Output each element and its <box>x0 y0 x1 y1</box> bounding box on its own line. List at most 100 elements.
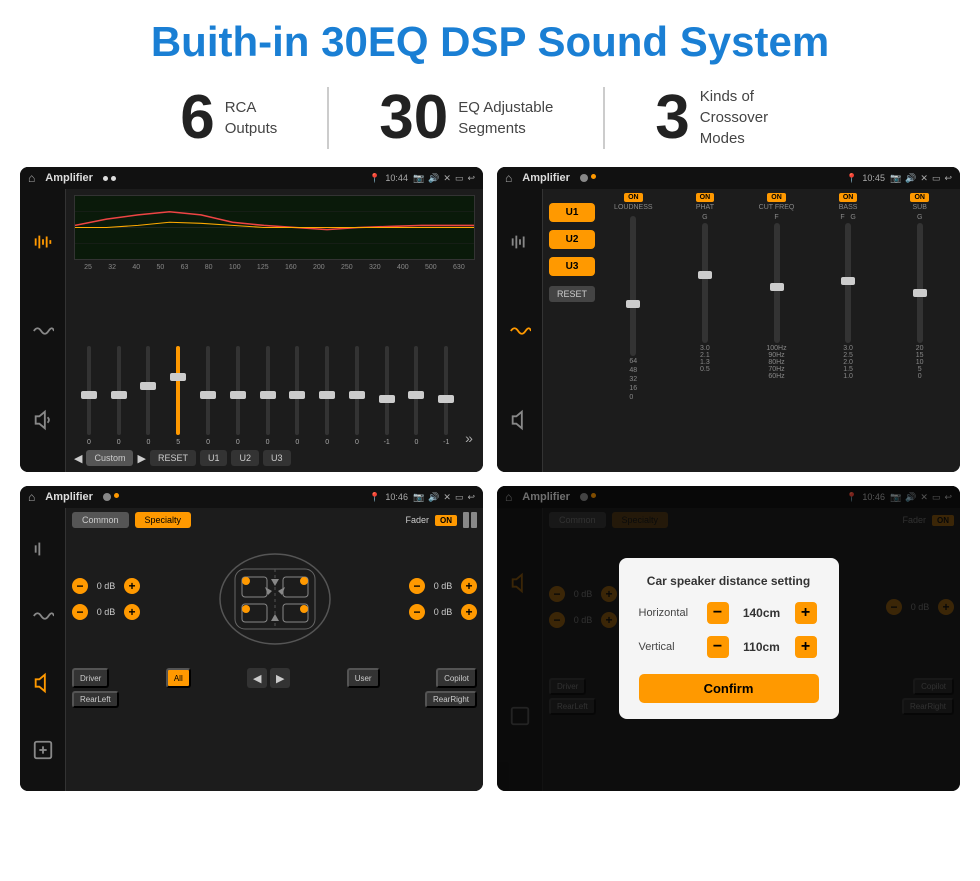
crossover-content: U1 U2 U3 RESET ON LOUDNESS 644832160 <box>543 189 960 472</box>
rearright-btn[interactable]: RearRight <box>425 691 477 708</box>
cutfreq-on[interactable]: ON <box>767 193 786 202</box>
vol-controls-right: − 0 dB + − 0 dB + <box>409 578 477 620</box>
dialog-overlay: Car speaker distance setting Horizontal … <box>497 486 960 791</box>
cross-wave-icon[interactable] <box>506 317 534 345</box>
cross-u2-btn[interactable]: U2 <box>549 230 595 249</box>
eq-u3-btn[interactable]: U3 <box>263 450 291 466</box>
eq-u2-btn[interactable]: U2 <box>231 450 259 466</box>
confirm-button[interactable]: Confirm <box>639 674 819 703</box>
vol2-minus[interactable]: − <box>72 604 88 620</box>
eq-icon[interactable] <box>29 228 57 256</box>
specialty-tab[interactable]: Specialty <box>135 512 192 528</box>
loudness-on[interactable]: ON <box>624 193 643 202</box>
cross-status-dots <box>580 174 596 182</box>
eq-slider-5[interactable]: 0 <box>195 346 221 446</box>
spec-eq-number: 30 <box>379 87 448 149</box>
eq-slider-12[interactable]: 0 <box>404 346 430 446</box>
phat-col: ON PHAT G 3.02.11.30.5 <box>671 193 740 468</box>
common-tab[interactable]: Common <box>72 512 129 528</box>
page-title: Buith-in 30EQ DSP Sound System <box>0 0 980 76</box>
horizontal-minus-btn[interactable]: − <box>707 602 729 624</box>
eq-prev-btn[interactable]: ◀ <box>74 452 82 465</box>
eq-slider-1[interactable]: 0 <box>76 346 102 446</box>
spk-eq-icon[interactable] <box>29 535 57 563</box>
vol3-value: 0 dB <box>429 581 457 591</box>
eq-slider-8[interactable]: 0 <box>284 346 310 446</box>
distance-screen-card: ⌂ Amplifier 📍 10:46 📷🔊✕▭↩ <box>497 486 960 791</box>
speaker-icon[interactable] <box>29 406 57 434</box>
horizontal-plus-btn[interactable]: + <box>795 602 817 624</box>
eq-status-icons: 📷🔊✕▭↩ <box>413 173 475 184</box>
cross-speaker-icon[interactable] <box>506 406 534 434</box>
driver-btn[interactable]: Driver <box>72 668 109 688</box>
spk-status-dots <box>103 493 119 501</box>
crossover-screen-card: ⌂ Amplifier 📍 10:45 📷🔊✕▭↩ <box>497 167 960 472</box>
loudness-col: ON LOUDNESS 644832160 <box>599 193 668 468</box>
spec-rca-number: 6 <box>180 87 214 149</box>
cross-status-icons: 📷🔊✕▭↩ <box>890 173 952 184</box>
eq-time: 📍 10:44 📷🔊✕▭↩ <box>369 173 475 184</box>
eq-slider-4[interactable]: 5 <box>165 346 191 446</box>
wave-icon[interactable] <box>29 317 57 345</box>
eq-slider-13[interactable]: -1 <box>433 346 459 446</box>
eq-play-btn[interactable]: ▶ <box>137 452 145 465</box>
vol4-plus[interactable]: + <box>461 604 477 620</box>
eq-u1-btn[interactable]: U1 <box>200 450 228 466</box>
vol-row-1: − 0 dB + <box>72 578 140 594</box>
eq-slider-10[interactable]: 0 <box>344 346 370 446</box>
spk-expand-icon[interactable] <box>29 736 57 764</box>
cross-reset-btn[interactable]: RESET <box>549 286 595 302</box>
vertical-plus-btn[interactable]: + <box>795 636 817 658</box>
all-btn[interactable]: All <box>166 668 191 688</box>
fader-on-toggle[interactable]: ON <box>435 515 457 526</box>
cross-u3-btn[interactable]: U3 <box>549 257 595 276</box>
vol4-minus[interactable]: − <box>409 604 425 620</box>
sub-on[interactable]: ON <box>910 193 929 202</box>
vol-row-4: − 0 dB + <box>409 604 477 620</box>
eq-content: 2532405063 80100125160200 25032040050063… <box>66 189 483 472</box>
arrow-left[interactable]: ◀ <box>247 668 267 688</box>
eq-slider-2[interactable]: 0 <box>106 346 132 446</box>
eq-slider-6[interactable]: 0 <box>225 346 251 446</box>
eq-slider-3[interactable]: 0 <box>136 346 162 446</box>
eq-slider-11[interactable]: -1 <box>374 346 400 446</box>
cross-time: 📍 10:45 📷🔊✕▭↩ <box>846 173 952 184</box>
phat-on[interactable]: ON <box>696 193 715 202</box>
vol1-plus[interactable]: + <box>124 578 140 594</box>
arrow-right[interactable]: ▶ <box>270 668 290 688</box>
eq-custom-btn[interactable]: Custom <box>86 450 133 466</box>
spec-rca-text: RCAOutputs <box>225 97 278 139</box>
home-icon: ⌂ <box>28 171 35 185</box>
crossover-sliders: ON LOUDNESS 644832160 ON PHAT G <box>599 193 954 468</box>
phat-label: PHAT <box>696 204 714 212</box>
vol3-plus[interactable]: + <box>461 578 477 594</box>
rearleft-btn[interactable]: RearLeft <box>72 691 119 708</box>
eq-slider-9[interactable]: 0 <box>314 346 340 446</box>
dialog-title: Car speaker distance setting <box>639 574 819 588</box>
cross-home-icon: ⌂ <box>505 171 512 185</box>
u-buttons: U1 U2 U3 RESET <box>549 193 595 468</box>
spk-left-panel <box>20 508 66 791</box>
user-btn[interactable]: User <box>347 668 380 688</box>
spk-speaker-icon[interactable] <box>29 669 57 697</box>
vertical-row: Vertical − 110cm + <box>639 636 819 658</box>
vol1-minus[interactable]: − <box>72 578 88 594</box>
cross-eq-icon[interactable] <box>506 228 534 256</box>
eq-slider-7[interactable]: 0 <box>255 346 281 446</box>
spec-eq: 30 EQ AdjustableSegments <box>329 87 605 149</box>
spec-crossover: 3 Kinds ofCrossover Modes <box>605 86 849 149</box>
cross-u1-btn[interactable]: U1 <box>549 203 595 222</box>
spk-dot-2 <box>114 493 119 498</box>
cross-screen-body: U1 U2 U3 RESET ON LOUDNESS 644832160 <box>497 189 960 472</box>
vertical-minus-btn[interactable]: − <box>707 636 729 658</box>
fader-label: Fader <box>405 515 429 525</box>
bass-on[interactable]: ON <box>839 193 858 202</box>
eq-reset-btn[interactable]: RESET <box>150 450 196 466</box>
vol3-minus[interactable]: − <box>409 578 425 594</box>
bass-col: ON BASS F G 3.02.52.01.51.0 <box>814 193 883 468</box>
spk-wave-icon[interactable] <box>29 602 57 630</box>
eq-status-bar: ⌂ Amplifier 📍 10:44 📷🔊✕▭↩ <box>20 167 483 189</box>
vol2-plus[interactable]: + <box>124 604 140 620</box>
copilot-btn[interactable]: Copilot <box>436 668 477 688</box>
eq-graph <box>74 195 475 260</box>
